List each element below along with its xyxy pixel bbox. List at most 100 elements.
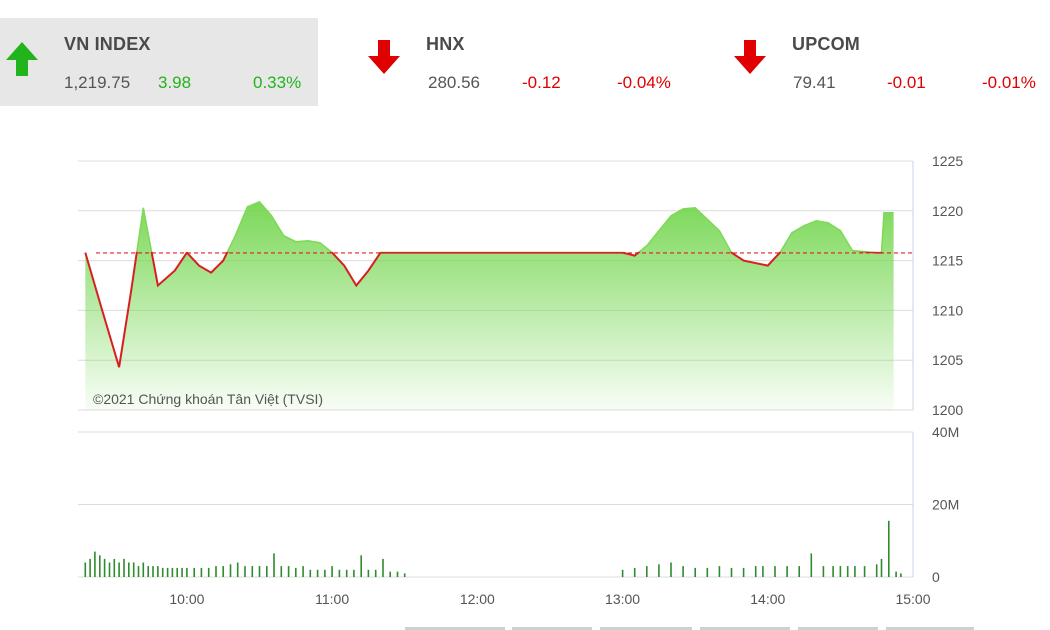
volume-bar <box>895 571 897 577</box>
volume-bar <box>118 562 120 577</box>
price-y-tick-label: 1205 <box>932 352 963 368</box>
x-tick-label: 12:00 <box>460 591 495 607</box>
price-y-tick-label: 1225 <box>932 153 963 169</box>
volume-bar <box>215 566 217 577</box>
volume-bar <box>128 562 130 577</box>
volume-bar <box>94 551 96 577</box>
volume-bar <box>207 567 210 577</box>
price-y-tick-label: 1200 <box>932 402 963 418</box>
volume-bar <box>229 564 232 577</box>
volume-bar <box>621 569 624 578</box>
volume-bar <box>389 571 391 577</box>
volume-bar <box>832 566 834 577</box>
volume-bar <box>186 567 188 577</box>
volume-bar <box>880 558 883 577</box>
volume-bar <box>147 566 149 577</box>
price-y-tick-label: 1220 <box>932 203 963 219</box>
volume-bar <box>176 567 178 577</box>
volume-bar <box>900 573 902 577</box>
volume-bar <box>222 566 224 577</box>
x-tick-label: 14:00 <box>750 591 785 607</box>
volume-bar <box>316 569 319 578</box>
volume-bar <box>166 567 169 577</box>
volume-bar <box>854 566 856 577</box>
volume-bar <box>863 566 866 577</box>
volume-bar <box>718 566 721 577</box>
volume-bar <box>396 571 399 577</box>
volume-bar <box>295 567 297 577</box>
volume-bar <box>309 569 312 578</box>
x-tick-label: 10:00 <box>169 591 204 607</box>
volume-bar <box>331 566 333 577</box>
volume-bar <box>754 566 757 577</box>
volume-y-tick-label: 40M <box>932 424 959 440</box>
volume-bar <box>822 566 825 577</box>
volume-bar <box>99 555 101 578</box>
price-y-tick-label: 1215 <box>932 253 963 269</box>
volume-bar <box>142 562 145 577</box>
volume-bar <box>157 566 159 577</box>
volume-bar <box>846 566 849 577</box>
volume-bar <box>367 569 370 578</box>
volume-bar <box>280 566 283 577</box>
price-y-tick-label: 1210 <box>932 302 963 318</box>
volume-bar <box>152 566 154 577</box>
volume-bar <box>774 566 776 577</box>
volume-bar <box>84 562 87 577</box>
volume-y-tick-label: 20M <box>932 497 959 513</box>
volume-bar <box>108 562 111 577</box>
volume-bar <box>193 567 195 577</box>
volume-bar <box>353 569 355 578</box>
price-y-ticks: 1225 1220 1215 1210 1205 1200 <box>932 153 963 418</box>
volume-bar <box>251 566 254 577</box>
volume-bar <box>273 553 275 577</box>
volume-y-tick-label: 0 <box>932 569 940 585</box>
copyright-text: ©2021 Chứng khoán Tân Việt (TVSI) <box>93 391 323 407</box>
volume-bar <box>730 567 733 577</box>
volume-bar <box>236 562 239 577</box>
volume-bar <box>266 566 268 577</box>
volume-bar <box>287 566 290 577</box>
volume-bar <box>200 567 203 577</box>
x-tick-label: 11:00 <box>315 591 349 607</box>
x-tick-label: 15:00 <box>895 591 930 607</box>
volume-bar <box>742 567 745 577</box>
volume-bar <box>244 566 246 577</box>
volume-bar <box>786 566 788 577</box>
x-ticks: 10:00 11:00 12:00 13:00 14:00 15:00 <box>169 591 930 607</box>
volume-bar <box>89 558 91 577</box>
volume-bar <box>382 558 384 577</box>
volume-bar <box>113 558 116 577</box>
volume-bar <box>810 553 813 577</box>
x-tick-label: 13:00 <box>605 591 640 607</box>
volume-bar <box>137 566 140 577</box>
volume-bar <box>670 562 672 577</box>
volume-bar <box>798 566 800 577</box>
volume-bar <box>839 566 842 577</box>
volume-bar <box>694 567 696 577</box>
volume-bar <box>875 564 878 577</box>
volume-bar <box>682 566 684 577</box>
volume-bar <box>658 564 660 577</box>
volume-bar <box>360 555 362 578</box>
price-area-fill <box>85 201 894 410</box>
volume-grid <box>78 431 914 578</box>
volume-bar <box>646 566 648 577</box>
volume-bar <box>258 566 261 577</box>
volume-bar <box>161 567 164 577</box>
volume-bar <box>888 520 890 577</box>
volume-y-ticks: 40M 20M 0 <box>932 424 959 585</box>
volume-bar <box>123 558 125 577</box>
volume-bar <box>103 558 106 577</box>
volume-bar <box>762 566 764 577</box>
volume-bar <box>374 569 377 578</box>
index-chart[interactable]: 1225 1220 1215 1210 1205 1200 40M 20M 0 10:00 11… <box>0 0 1050 630</box>
volume-bars <box>84 520 902 578</box>
volume-bar <box>633 567 636 577</box>
volume-bar <box>345 569 348 578</box>
volume-bar <box>171 567 174 577</box>
volume-bar <box>706 567 709 577</box>
volume-bar <box>324 569 326 578</box>
volume-bar <box>338 569 341 578</box>
volume-bar <box>302 566 304 577</box>
